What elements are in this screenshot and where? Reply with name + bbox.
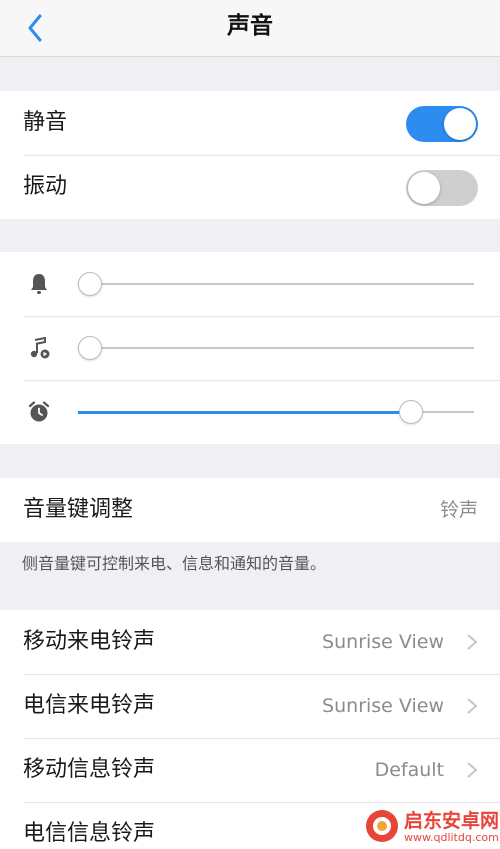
alarm-clock-icon — [28, 401, 50, 422]
mute-label: 静音 — [23, 110, 68, 135]
vibrate-row: 振动 — [0, 155, 500, 219]
chevron-right-icon — [467, 698, 478, 714]
bell-icon — [31, 274, 47, 294]
toggle-knob — [408, 172, 440, 204]
ringtone-value: Sunrise View — [322, 631, 444, 653]
watermark-text: 启东安卓网 — [404, 810, 500, 832]
mute-toggle[interactable] — [406, 106, 478, 142]
ringer-volume-row — [0, 252, 500, 316]
media-volume-slider[interactable] — [78, 336, 474, 360]
ringtone-label: 电信来电铃声 — [23, 693, 156, 718]
navigation-bar: 声音 — [0, 0, 500, 57]
volume-key-row[interactable]: 音量键调整 铃声 — [0, 478, 500, 542]
ringtone-label: 电信信息铃声 — [23, 821, 156, 846]
volume-key-value: 铃声 — [439, 499, 478, 521]
watermark-url: www.qdlitdq.com — [404, 831, 499, 844]
slider-thumb[interactable] — [398, 400, 423, 424]
vibrate-toggle[interactable] — [406, 170, 478, 206]
music-note-icon — [30, 336, 50, 359]
volume-group — [0, 252, 500, 444]
alarm-volume-row — [0, 380, 500, 444]
slider-thumb[interactable] — [78, 272, 102, 296]
media-volume-row — [0, 316, 500, 380]
ringtone-row[interactable]: 移动信息铃声 Default — [0, 738, 500, 802]
ringtone-value: Sunrise View — [322, 695, 444, 717]
slider-track — [78, 347, 474, 349]
toggle-group: 静音 振动 — [0, 91, 500, 219]
alarm-volume-slider[interactable] — [78, 400, 474, 424]
slider-fill — [78, 411, 411, 414]
page-title: 声音 — [227, 13, 273, 39]
toggle-knob — [444, 108, 476, 140]
volume-key-group: 音量键调整 铃声 — [0, 478, 500, 542]
ringtone-label: 移动来电铃声 — [23, 629, 156, 654]
vibrate-label: 振动 — [23, 174, 68, 199]
site-watermark: 启东安卓网 www.qdlitdq.com — [364, 804, 499, 848]
chevron-right-icon — [467, 762, 478, 778]
volume-key-label: 音量键调整 — [23, 497, 134, 522]
ringer-volume-slider[interactable] — [78, 272, 474, 296]
slider-track — [78, 283, 474, 285]
mute-row: 静音 — [0, 91, 500, 155]
volume-key-footnote: 侧音量键可控制来电、信息和通知的音量。 — [22, 554, 327, 573]
ringtone-row[interactable]: 电信来电铃声 Sunrise View — [0, 674, 500, 738]
slider-thumb[interactable] — [78, 336, 102, 360]
ringtone-value: Default — [374, 759, 444, 781]
ringtone-row[interactable]: 移动来电铃声 Sunrise View — [0, 610, 500, 674]
chevron-right-icon — [467, 634, 478, 650]
watermark-logo-icon — [366, 810, 398, 842]
ringtone-label: 移动信息铃声 — [23, 757, 156, 782]
